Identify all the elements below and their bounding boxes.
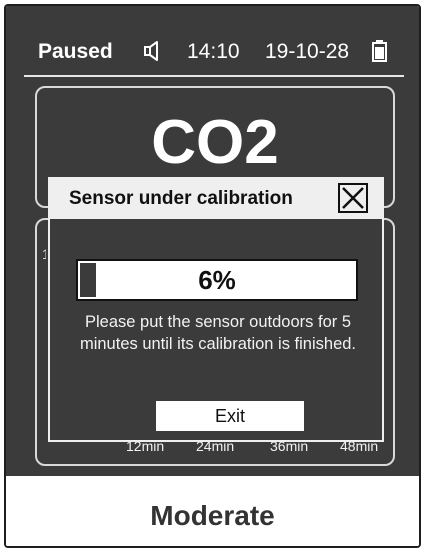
status-state: Paused — [38, 40, 113, 63]
status-bar: Paused 14:10 19-10-28 — [6, 38, 419, 68]
air-quality-level: Moderate — [150, 500, 275, 531]
progress-percent: 6% — [198, 265, 236, 295]
screen: Paused 14:10 19-10-28 CO2 12min 24min 36… — [6, 6, 419, 476]
calibration-progress-bar: 6% — [76, 259, 358, 301]
speaker-icon — [143, 40, 163, 62]
status-divider — [24, 75, 404, 77]
status-time: 14:10 — [187, 40, 240, 63]
exit-button[interactable]: Exit — [156, 401, 304, 431]
calibration-dialog: Sensor under calibration 6% Please put t… — [48, 177, 384, 442]
device-frame: Paused 14:10 19-10-28 CO2 12min 24min 36… — [4, 4, 421, 548]
battery-icon — [372, 40, 387, 62]
gas-name: CO2 — [151, 108, 279, 177]
close-icon — [342, 187, 364, 209]
status-date: 19-10-28 — [265, 40, 350, 63]
y-axis-label: 1 — [42, 246, 46, 260]
dialog-message: Please put the sensor outdoors for 5 min… — [79, 313, 357, 353]
close-button[interactable] — [338, 183, 368, 213]
dialog-header: Sensor under calibration — [48, 177, 384, 219]
bottom-bar: Moderate — [6, 476, 419, 546]
dialog-body: 6% Please put the sensor outdoors for 5 … — [48, 219, 384, 442]
dialog-title: Sensor under calibration — [69, 188, 293, 209]
